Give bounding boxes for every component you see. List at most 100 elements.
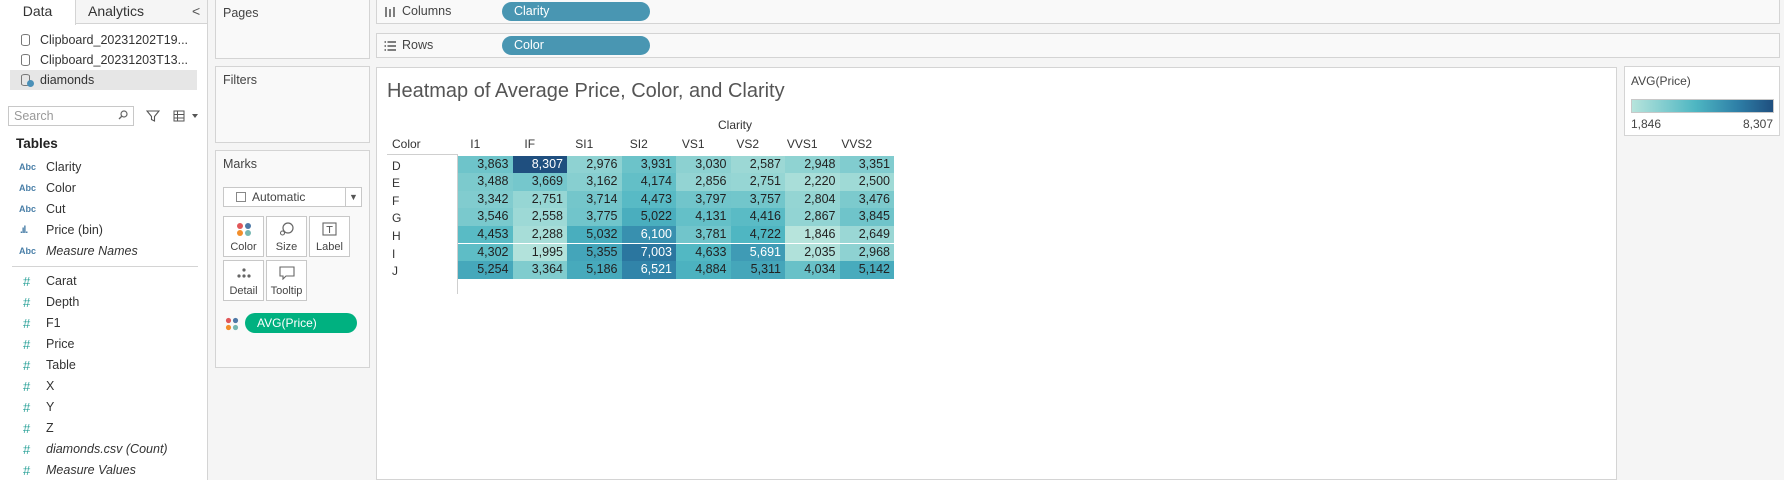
heatmap-cell[interactable]: 8,307 — [512, 155, 567, 174]
tab-analytics[interactable]: Analytics — [76, 0, 156, 24]
heatmap-cell[interactable]: 3,775 — [567, 208, 622, 226]
field-price[interactable]: # Price — [0, 334, 206, 355]
collapse-pane-button[interactable]: < — [192, 3, 204, 19]
heatmap-cell[interactable]: 4,034 — [785, 261, 840, 279]
heatmap-cell[interactable]: 5,142 — [839, 261, 894, 279]
heatmap-cell[interactable]: 6,100 — [621, 225, 676, 244]
heatmap-cell[interactable]: 5,022 — [621, 208, 676, 226]
tooltip-mark-button[interactable]: Tooltip — [266, 260, 307, 301]
heatmap-cell[interactable]: 4,633 — [676, 243, 731, 262]
heatmap-cell[interactable]: 3,488 — [458, 173, 513, 191]
heatmap-cell[interactable]: 2,804 — [785, 190, 840, 209]
heatmap-cell[interactable]: 2,035 — [785, 243, 840, 262]
field-z[interactable]: # Z — [0, 418, 206, 439]
color-legend[interactable]: AVG(Price) 1,846 8,307 — [1624, 66, 1780, 136]
heatmap-cell[interactable]: 2,500 — [839, 173, 894, 191]
heatmap-cell[interactable]: 4,131 — [676, 208, 731, 226]
mark-type-select[interactable]: Automatic ▼ — [223, 187, 362, 207]
field-price-bin[interactable]: .ıl. Price (bin) — [0, 220, 206, 241]
heatmap-cell[interactable]: 3,931 — [621, 155, 676, 174]
heatmap-cell[interactable]: 5,691 — [730, 243, 785, 262]
filter-icon[interactable] — [146, 109, 160, 123]
heatmap-cell[interactable]: 2,220 — [785, 173, 840, 191]
heatmap-cell[interactable]: 5,186 — [567, 261, 622, 279]
heatmap-cell[interactable]: 3,781 — [676, 225, 731, 244]
heatmap-cell[interactable]: 2,968 — [839, 243, 894, 262]
field-table[interactable]: # Table — [0, 355, 206, 376]
heatmap-cell[interactable]: 3,845 — [839, 208, 894, 226]
cards-column: Pages Filters Marks Automatic ▼ Color Si… — [208, 0, 372, 480]
data-source-item[interactable]: diamonds — [10, 70, 197, 90]
heatmap-cell[interactable]: 2,649 — [839, 225, 894, 244]
color-mark-button[interactable]: Color — [223, 216, 264, 257]
field-carat[interactable]: # Carat — [0, 271, 206, 292]
heatmap-cell[interactable]: 5,032 — [567, 225, 622, 244]
field-cut[interactable]: Abc Cut — [0, 199, 206, 220]
label-mark-button[interactable]: T Label — [309, 216, 350, 257]
heatmap-cell[interactable]: 2,751 — [730, 173, 785, 191]
label-icon: T — [322, 222, 337, 236]
field-color[interactable]: Abc Color — [0, 178, 206, 199]
heatmap-cell[interactable]: 2,587 — [730, 155, 785, 174]
heatmap-cell[interactable]: 3,476 — [839, 190, 894, 209]
tab-data[interactable]: Data — [0, 0, 76, 25]
heatmap-cell[interactable]: 4,416 — [730, 208, 785, 226]
field-diamonds-csv-count[interactable]: # diamonds.csv (Count) — [0, 439, 206, 460]
heatmap-cell[interactable]: 3,342 — [458, 190, 513, 209]
heatmap-cell[interactable]: 3,351 — [839, 155, 894, 174]
heatmap-cell[interactable]: 2,976 — [567, 155, 622, 174]
heatmap-cell[interactable]: 2,948 — [785, 155, 840, 174]
heatmap-cell[interactable]: 4,473 — [621, 190, 676, 209]
columns-shelf[interactable]: Columns Clarity — [376, 0, 1780, 24]
rows-shelf[interactable]: Rows Color — [376, 33, 1780, 58]
heatmap-cell[interactable]: 7,003 — [621, 243, 676, 262]
heatmap-cell[interactable]: 2,867 — [785, 208, 840, 226]
heatmap-cell[interactable]: 4,722 — [730, 225, 785, 244]
heatmap-cell[interactable]: 3,030 — [676, 155, 731, 174]
heatmap-cell[interactable]: 5,254 — [458, 261, 513, 279]
field-clarity[interactable]: Abc Clarity — [0, 157, 206, 178]
heatmap-cell[interactable]: 3,546 — [458, 208, 513, 226]
size-mark-button[interactable]: Size — [266, 216, 307, 257]
heatmap-cell[interactable]: 1,846 — [785, 225, 840, 244]
heatmap-cell[interactable]: 2,751 — [512, 190, 567, 209]
heatmap-cell[interactable]: 5,355 — [567, 243, 622, 262]
data-source-item[interactable]: Clipboard_20231203T13... — [10, 50, 197, 70]
heatmap-cell[interactable]: 4,884 — [676, 261, 731, 279]
heatmap-cell[interactable]: 3,162 — [567, 173, 622, 191]
heatmap-cell[interactable]: 3,714 — [567, 190, 622, 209]
heatmap-cell[interactable]: 2,856 — [676, 173, 731, 191]
heatmap-cell[interactable]: 3,364 — [512, 261, 567, 279]
heatmap-cell[interactable]: 2,288 — [512, 225, 567, 244]
legend-min-label: 1,846 — [1631, 117, 1662, 131]
field-measure-names[interactable]: Abc Measure Names — [0, 241, 206, 262]
heatmap-cell[interactable]: 4,453 — [458, 225, 513, 244]
heatmap-cell[interactable]: 5,311 — [730, 261, 785, 279]
heatmap-cell[interactable]: 6,521 — [621, 261, 676, 279]
heatmap-cell[interactable]: 3,797 — [676, 190, 731, 209]
field-depth[interactable]: # Depth — [0, 292, 206, 313]
filters-card[interactable]: Filters — [215, 66, 370, 143]
heatmap-cell[interactable]: 4,174 — [621, 173, 676, 191]
heatmap-cell[interactable]: 4,302 — [458, 243, 513, 262]
field-measure-values[interactable]: # Measure Values — [0, 460, 206, 480]
tableau-workspace: Data Analytics < Clipboard_20231202T19..… — [0, 0, 1784, 480]
heatmap-cell[interactable]: 3,669 — [512, 173, 567, 191]
search-input[interactable]: Search — [8, 106, 134, 126]
search-icon[interactable] — [118, 110, 128, 120]
clarity-pill[interactable]: Clarity — [502, 2, 650, 21]
field-x[interactable]: # X — [0, 376, 206, 397]
heatmap-cell[interactable]: 1,995 — [512, 243, 567, 262]
color-pill[interactable]: Color — [502, 36, 650, 55]
field-y[interactable]: # Y — [0, 397, 206, 418]
data-source-item[interactable]: Clipboard_20231202T19... — [10, 30, 197, 50]
pages-card[interactable]: Pages — [215, 0, 370, 59]
heatmap-cell[interactable]: 3,757 — [730, 190, 785, 209]
detail-mark-label: Detail — [229, 285, 258, 297]
avg-price-pill[interactable]: AVG(Price) — [245, 313, 357, 333]
heatmap-cell[interactable]: 3,863 — [458, 155, 513, 174]
view-options-icon[interactable] — [173, 110, 201, 122]
detail-mark-button[interactable]: Detail — [223, 260, 264, 301]
heatmap-cell[interactable]: 2,558 — [512, 208, 567, 226]
field-f1[interactable]: # F1 — [0, 313, 206, 334]
